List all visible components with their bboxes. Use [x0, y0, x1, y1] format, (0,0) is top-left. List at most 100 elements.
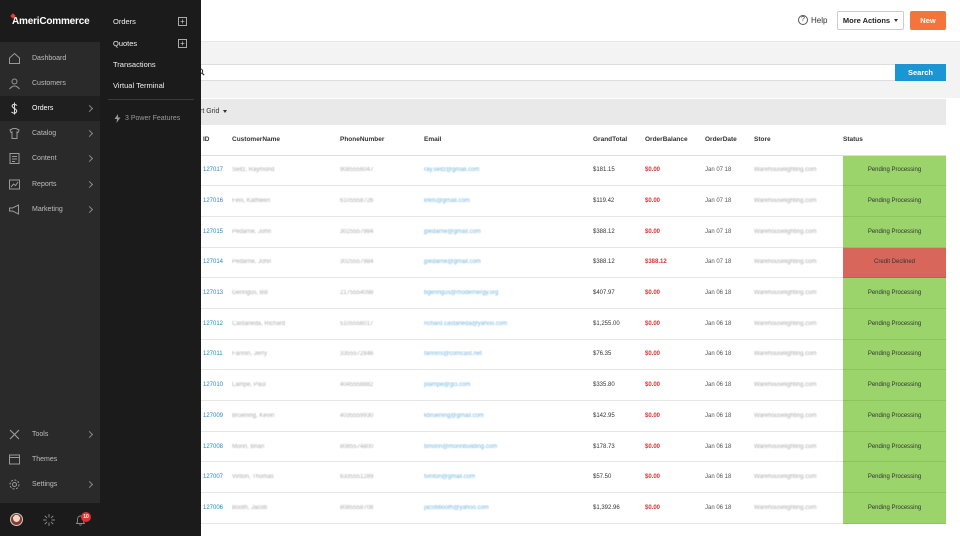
store-cell: Warehouselighting.com [754, 431, 843, 463]
table-row[interactable]: 127014 Pedarne, John 3025557984 jpedarne@gm… [190, 247, 946, 279]
phone-number-cell: 6105558726 [340, 185, 424, 217]
table-row[interactable]: 127006 Booth, Jacob 8085558708 jacobbooth@y… [190, 492, 946, 524]
customer-name-cell: Castaneda, Richard [232, 308, 340, 340]
grid-dropdown[interactable]: rt Grid [200, 108, 228, 115]
help-label: Help [811, 15, 828, 25]
phone-number-cell: 9085556047 [340, 155, 424, 187]
sidebar-item-marketing[interactable]: Marketing [0, 197, 100, 222]
email-link[interactable]: jpedarne@gmail.com [424, 247, 593, 279]
customer-name-cell: Pedarne, John [232, 216, 340, 248]
avatar[interactable] [10, 513, 23, 526]
submenu-item-quotes[interactable]: Quotes [113, 39, 137, 48]
caret-down-icon [894, 19, 899, 22]
column-header-customer-name[interactable]: CustomerName [232, 125, 340, 156]
sidebar-item-label: Marketing [32, 206, 63, 213]
email-link[interactable]: jacobbooth@yahoo.com [424, 492, 593, 524]
sidebar: AmeriCommerce Dashboard Customers Orders Ca… [0, 0, 100, 536]
sidebar-item-label: Customers [32, 80, 66, 87]
table-row[interactable]: 127013 Geringus, Bill 2175554098 bgeringus@… [190, 277, 946, 309]
help-icon: ? [798, 15, 808, 25]
email-link[interactable]: kbruening@gmail.com [424, 400, 593, 432]
table-row[interactable]: 127012 Castaneda, Richard 5105556017 richar… [190, 308, 946, 340]
order-date-cell: Jan 06 18 [705, 431, 754, 463]
submenu-item-transactions[interactable]: Transactions [113, 60, 156, 69]
store-cell: Warehouselighting.com [754, 277, 843, 309]
dashboard-icon [9, 52, 20, 64]
email-link[interactable]: bmorin@morinbuilding.com [424, 431, 593, 463]
grand-total-cell: $407.97 [593, 277, 645, 309]
table-row[interactable]: 127008 Morin, Brian 8085574800 bmorin@morin… [190, 431, 946, 463]
table-row[interactable]: 127017 Seitz, Raymond 9085556047 ray.seitz@… [190, 155, 946, 187]
email-link[interactable]: ray.seitz@gmail.com [424, 155, 593, 187]
order-balance-cell: $0.00 [645, 339, 705, 371]
status-badge: Pending Processing [843, 216, 946, 248]
add-order-plus-icon[interactable]: + [178, 17, 187, 26]
status-badge: Credit Declined [843, 247, 946, 279]
status-badge: Pending Processing [843, 308, 946, 340]
column-header-grand-total[interactable]: GrandTotal [593, 125, 645, 156]
email-link[interactable]: plampe@gci.com [424, 369, 593, 401]
customer-name-cell: Geringus, Bill [232, 277, 340, 309]
phone-number-cell: 3355572846 [340, 339, 424, 371]
table-row[interactable]: 127015 Pedarne, John 3025557984 jpedarne@gm… [190, 216, 946, 248]
sidebar-item-orders[interactable]: Orders [0, 96, 100, 121]
status-badge: Pending Processing [843, 277, 946, 309]
customer-name-cell: Pedarne, John [232, 247, 340, 279]
column-header-order-balance[interactable]: OrderBalance [645, 125, 705, 156]
new-button[interactable]: New [910, 11, 946, 30]
email-link[interactable]: bgeringus@modernergy.org [424, 277, 593, 309]
sidebar-item-content[interactable]: Content [0, 146, 100, 171]
table-row[interactable]: 127007 Vinton, Thomas 6335551289 tvinton@gm… [190, 461, 946, 494]
power-features-link[interactable]: 3 Power Features [114, 114, 180, 123]
grand-total-cell: $1,255.00 [593, 308, 645, 340]
add-quote-plus-icon[interactable]: + [178, 39, 187, 48]
column-header-order-date[interactable]: OrderDate [705, 125, 754, 156]
sidebar-item-catalog[interactable]: Catalog [0, 121, 100, 146]
store-cell: Warehouselighting.com [754, 185, 843, 217]
phone-number-cell: 4035559930 [340, 400, 424, 432]
table-row[interactable]: 127009 Bruening, Kevin 4035559930 kbruening… [190, 400, 946, 432]
sidebar-item-tools[interactable]: Tools [0, 422, 100, 447]
notification-badge: 10 [81, 512, 91, 522]
sidebar-item-settings[interactable]: Settings [0, 472, 100, 497]
chevron-right-icon [85, 205, 94, 214]
loading-spinner-icon [43, 514, 55, 526]
column-header-phone-number[interactable]: PhoneNumber [340, 125, 424, 156]
email-link[interactable]: fannins@comcast.net [424, 339, 593, 371]
email-link[interactable]: tvinton@gmail.com [424, 461, 593, 494]
table-row[interactable]: 127011 Fannin, Jerry 3355572846 fannins@com… [190, 339, 946, 371]
email-link[interactable]: jpedarne@gmail.com [424, 216, 593, 248]
sidebar-item-reports[interactable]: Reports [0, 172, 100, 197]
chevron-right-icon [85, 104, 94, 113]
status-badge: Pending Processing [843, 492, 946, 524]
logo[interactable]: AmeriCommerce [12, 16, 90, 27]
chevron-right-icon [85, 180, 94, 189]
phone-number-cell: 3025557984 [340, 247, 424, 279]
sidebar-item-dashboard[interactable]: Dashboard [0, 46, 100, 71]
column-header-status[interactable]: Status [843, 125, 946, 156]
chevron-right-icon [85, 480, 94, 489]
order-balance-cell: $0.00 [645, 461, 705, 494]
order-date-cell: Jan 06 18 [705, 369, 754, 401]
column-header-email[interactable]: Email [424, 125, 593, 156]
search-input[interactable] [190, 64, 895, 81]
email-link[interactable]: kfels@gmail.com [424, 185, 593, 217]
help-link[interactable]: ? Help [798, 15, 827, 25]
submenu-item-virtual-terminal[interactable]: Virtual Terminal [113, 81, 164, 90]
submenu-item-orders[interactable]: Orders [113, 17, 136, 26]
table-row[interactable]: 127016 Fels, Kathleen 6105558726 kfels@gmai… [190, 185, 946, 217]
store-cell: Warehouselighting.com [754, 216, 843, 248]
column-header-store[interactable]: Store [754, 125, 843, 156]
sidebar-item-customers[interactable]: Customers [0, 71, 100, 96]
order-balance-cell: $0.00 [645, 369, 705, 401]
grand-total-cell: $181.15 [593, 155, 645, 187]
customer-name-cell: Booth, Jacob [232, 492, 340, 524]
more-actions-button[interactable]: More Actions [837, 11, 904, 30]
store-cell: Warehouselighting.com [754, 492, 843, 524]
email-link[interactable]: richard.castaneda@yahoo.com [424, 308, 593, 340]
table-row[interactable]: 127010 Lampe, Paul 4045558882 plampe@gci.co… [190, 369, 946, 401]
store-cell: Warehouselighting.com [754, 400, 843, 432]
search-button[interactable]: Search [895, 64, 946, 81]
sidebar-item-themes[interactable]: Themes [0, 447, 100, 472]
status-badge: Pending Processing [843, 339, 946, 371]
